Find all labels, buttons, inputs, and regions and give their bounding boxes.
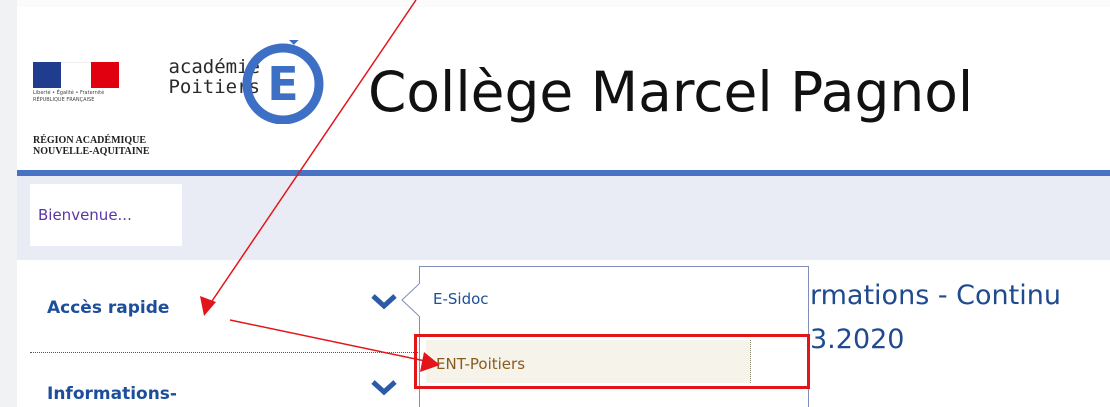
dropdown-pointer-icon bbox=[401, 282, 422, 318]
region-label: RÉGION ACADÉMIQUE NOUVELLE-AQUITAINE bbox=[33, 135, 150, 157]
republic-name: RÉPUBLIQUE FRANÇAISE bbox=[33, 97, 95, 103]
article-title-line-2[interactable]: 3.2020 bbox=[810, 324, 904, 355]
site-title[interactable]: Collège Marcel Pagnol bbox=[368, 57, 973, 127]
article-title-line-1[interactable]: rmations - Continu bbox=[810, 280, 1061, 311]
arrow-to-ent-poitiers bbox=[229, 319, 431, 363]
tab-welcome-label: Bienvenue... bbox=[38, 206, 132, 224]
left-margin bbox=[0, 0, 17, 407]
republic-motto: Liberté • Égalité • Fraternité bbox=[33, 90, 105, 96]
region-line-1: RÉGION ACADÉMIQUE bbox=[33, 135, 147, 146]
region-line-2: NOUVELLE-AQUITAINE bbox=[33, 146, 150, 157]
chevron-down-icon[interactable] bbox=[370, 291, 398, 311]
marianne-logo[interactable]: Liberté • Égalité • Fraternité RÉPUBLIQU… bbox=[33, 62, 121, 114]
top-border bbox=[0, 0, 1110, 7]
sidebar-item-acces-rapide[interactable]: Accès rapide bbox=[47, 298, 169, 318]
menu-item-e-sidoc[interactable]: E-Sidoc bbox=[433, 290, 489, 308]
e-logo-letter: E bbox=[267, 57, 298, 111]
menu-item-ent-poitiers[interactable]: ENT-Poitiers bbox=[436, 355, 525, 373]
tab-welcome[interactable]: Bienvenue... bbox=[30, 184, 182, 246]
e-logo-icon[interactable]: E bbox=[241, 40, 325, 124]
sidebar-item-informations[interactable]: Informations- bbox=[47, 384, 177, 404]
sidebar-divider bbox=[30, 352, 420, 353]
chevron-down-icon[interactable] bbox=[370, 377, 398, 397]
menu-item-ent-poitiers-highlight[interactable]: ENT-Poitiers bbox=[414, 334, 810, 389]
arrow-head-acces-rapide bbox=[200, 296, 216, 316]
